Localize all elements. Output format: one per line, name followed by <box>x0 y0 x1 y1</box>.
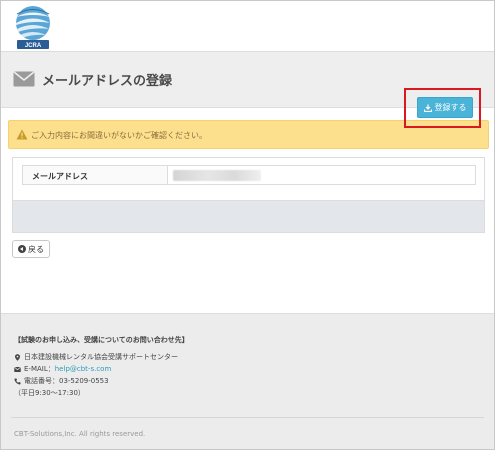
register-button-label: 登録する <box>434 103 467 112</box>
organization-name: 日本建設機械レンタル協会受講サポートセンター <box>24 353 178 361</box>
email-link[interactable]: help@cbt-s.com <box>55 365 112 373</box>
email-label: メールアドレス <box>23 166 168 184</box>
main-content: ご入力内容にお間違いがないかご確認ください。 メールアドレス 戻る <box>1 108 494 313</box>
organization-line: 日本建設機械レンタル協会受講サポートセンター <box>14 352 178 362</box>
page-title: メールアドレスの登録 <box>42 74 173 89</box>
back-button[interactable]: 戻る <box>12 240 50 258</box>
redacted-email <box>173 170 261 181</box>
field-row: メールアドレス <box>22 165 476 185</box>
contact-title: 【試験のお申し込み、受講についてのお問い合わせ先】 <box>14 336 189 344</box>
email-value <box>168 166 475 184</box>
hours-line: （平日9:30～17:30） <box>14 388 85 398</box>
map-marker-icon <box>15 353 20 361</box>
envelope-icon <box>14 366 21 372</box>
business-hours: （平日9:30～17:30） <box>14 389 85 397</box>
phone-line: 電話番号： 03-5209-0553 <box>14 376 109 386</box>
alert-text: ご入力内容にお間違いがないかご確認ください。 <box>31 131 207 140</box>
circle-arrow-left-icon <box>18 245 26 253</box>
footer-divider <box>11 417 484 418</box>
envelope-icon <box>13 71 35 87</box>
warning-icon <box>16 129 28 140</box>
email-line: E-MAIL： help@cbt-s.com <box>14 364 111 374</box>
confirmation-panel: メールアドレス <box>12 157 485 233</box>
phone-number: 03-5209-0553 <box>59 377 109 385</box>
download-icon <box>423 104 432 112</box>
logo-text: JCRA <box>25 43 42 49</box>
panel-footer <box>13 200 484 232</box>
phone-icon <box>14 378 21 385</box>
register-button[interactable]: 登録する <box>417 97 473 118</box>
back-button-label: 戻る <box>28 244 44 254</box>
site-header: JCRA <box>1 1 494 52</box>
site-footer: 【試験のお申し込み、受講についてのお問い合わせ先】 日本建設機械レンタル協会受講… <box>1 313 494 449</box>
phone-label: 電話番号： <box>24 377 59 385</box>
copyright: CBT-Solutions,Inc. All rights reserved. <box>14 430 146 438</box>
jcra-logo[interactable]: JCRA <box>11 4 55 50</box>
email-label: E-MAIL： <box>24 365 55 373</box>
